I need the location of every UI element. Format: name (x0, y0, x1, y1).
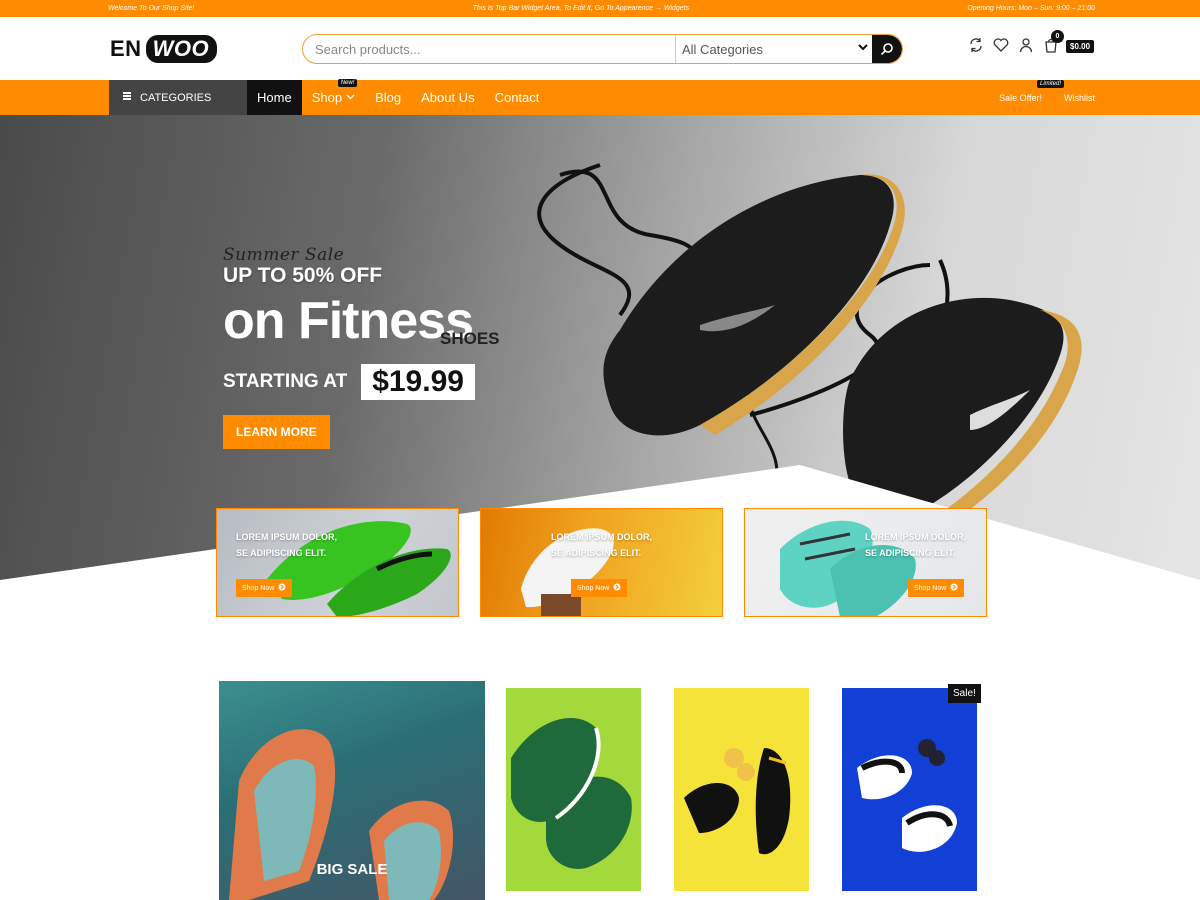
promo-text: LOREM IPSUM DOLOR, SE ADIPISCING ELIT. (236, 529, 337, 561)
promo-card-1[interactable]: LOREM IPSUM DOLOR, SE ADIPISCING ELIT. S… (216, 508, 459, 617)
product-card-3[interactable] (842, 688, 977, 891)
top-bar: Welcome To Our Shop Site! This Is Top Ba… (0, 0, 1200, 17)
category-select[interactable]: All Categories (675, 35, 875, 63)
hero-sub-label: SHOES (440, 329, 500, 348)
hero-starting-label: STARTING AT (223, 371, 348, 392)
nav-item-sale-offer[interactable]: Sale Offer! (999, 93, 1042, 103)
logo-text-en: EN (110, 36, 142, 61)
hero-text-block: Summer Sale UP TO 50% OFF on Fitness SHO… (223, 245, 500, 449)
category-select-value: All Categories (682, 41, 763, 57)
top-bar-widget-text: This Is Top Bar Widget Area, To Edit It,… (472, 5, 690, 12)
categories-label: CATEGORIES (140, 91, 212, 104)
top-bar-welcome: Welcome To Our Shop Site! (108, 5, 195, 12)
promo-text: LOREM IPSUM DOLOR, SE ADIPISCING ELIT. (551, 529, 652, 561)
promo-shoe-image (267, 521, 451, 616)
nav-item-blog[interactable]: Blog (365, 80, 411, 115)
user-icon[interactable] (1018, 37, 1034, 53)
chevron-down-icon (857, 41, 869, 56)
compare-icon[interactable] (968, 37, 984, 53)
top-bar-opening-hours: Opening Hours: Mon – Sun: 9:00 – 21:00 (967, 5, 1095, 12)
hero-discount: UP TO 50% OFF (223, 264, 383, 287)
nav-item-label: Wishlist (1064, 92, 1095, 103)
product-image (684, 748, 791, 855)
promo-line-1: LOREM IPSUM DOLOR, (865, 532, 966, 542)
shop-now-label: Shop Now (242, 584, 275, 592)
promo-line-2: SE ADIPISCING ELIT. (865, 548, 956, 558)
nav-item-contact[interactable]: Contact (485, 80, 550, 115)
nav-item-about-us[interactable]: About Us (411, 80, 484, 115)
nav-item-shop[interactable]: Shop New! (302, 79, 365, 115)
promo-shoe-image (521, 528, 614, 616)
limited-tag: Limited! (1037, 80, 1065, 88)
hero-price: $19.99 (361, 364, 475, 400)
big-sale-label: BIG SALE (316, 861, 388, 878)
shop-now-label: Shop Now (577, 584, 610, 592)
nav-item-home[interactable]: Home (247, 80, 302, 115)
heart-icon[interactable] (993, 37, 1009, 53)
categories-menu-button[interactable]: CATEGORIES (109, 80, 247, 115)
promo-line-2: SE ADIPISCING ELIT. (236, 548, 327, 558)
arrow-right-icon (950, 583, 958, 593)
site-logo[interactable]: EN WOO (110, 35, 218, 63)
cart-count-badge: 0 (1051, 30, 1064, 43)
nav-item-label: Shop (311, 90, 343, 105)
shop-new-tag: New! (337, 79, 358, 87)
search-bar: All Categories (302, 34, 903, 64)
search-icon (880, 43, 893, 56)
search-button[interactable] (872, 35, 902, 63)
hero-headline: on Fitness (223, 292, 474, 350)
arrow-right-icon (613, 583, 621, 593)
nav-item-wishlist[interactable]: Wishlist (1064, 93, 1095, 103)
promo-card-2[interactable]: LOREM IPSUM DOLOR, SE ADIPISCING ELIT. S… (480, 508, 723, 617)
shop-now-label: Shop Now (914, 584, 947, 592)
product-image (857, 739, 957, 852)
chevron-down-icon (346, 92, 355, 103)
product-card-1[interactable] (506, 688, 641, 891)
product-card-2[interactable] (674, 688, 809, 891)
logo-text-woo: WOO (145, 35, 218, 63)
menu-icon (122, 91, 132, 104)
nav-item-label: About Us (421, 90, 475, 105)
nav-item-label: Sale Offer! (999, 92, 1042, 103)
hero-price-row: STARTING AT $19.99 (223, 364, 475, 400)
hero-script-label: Summer Sale (223, 245, 345, 265)
product-image (511, 718, 632, 869)
promo-text: LOREM IPSUM DOLOR, SE ADIPISCING ELIT. (865, 529, 966, 561)
sale-badge: Sale! (948, 684, 981, 703)
cart-total[interactable]: $0.00 (1066, 40, 1095, 53)
arrow-right-icon (278, 583, 286, 593)
header-icons (968, 37, 1059, 53)
shop-now-button[interactable]: Shop Now (571, 579, 628, 597)
learn-more-button[interactable]: LEARN MORE (223, 415, 330, 449)
promo-card-3[interactable]: LOREM IPSUM DOLOR, SE ADIPISCING ELIT. S… (744, 508, 987, 617)
shop-now-button[interactable]: Shop Now (908, 579, 965, 597)
promo-line-1: LOREM IPSUM DOLOR, (236, 532, 337, 542)
search-input[interactable] (303, 35, 675, 63)
promo-line-1: LOREM IPSUM DOLOR, (551, 532, 652, 542)
promo-line-2: SE ADIPISCING ELIT. (551, 548, 642, 558)
shop-now-button[interactable]: Shop Now (236, 579, 293, 597)
nav-item-label: Contact (494, 90, 540, 105)
nav-item-label: Blog (375, 90, 402, 105)
promo-shoe-image (780, 520, 916, 616)
main-nav: CATEGORIES Home Shop New! Blog About Us … (0, 79, 1200, 115)
nav-item-label: Home (257, 90, 292, 105)
big-sale-card[interactable]: BIG SALE (219, 681, 485, 900)
site-header: EN WOO All Categories 0 $0.00 (0, 17, 1200, 80)
nav-links: Home Shop New! Blog About Us Contact (247, 79, 550, 115)
